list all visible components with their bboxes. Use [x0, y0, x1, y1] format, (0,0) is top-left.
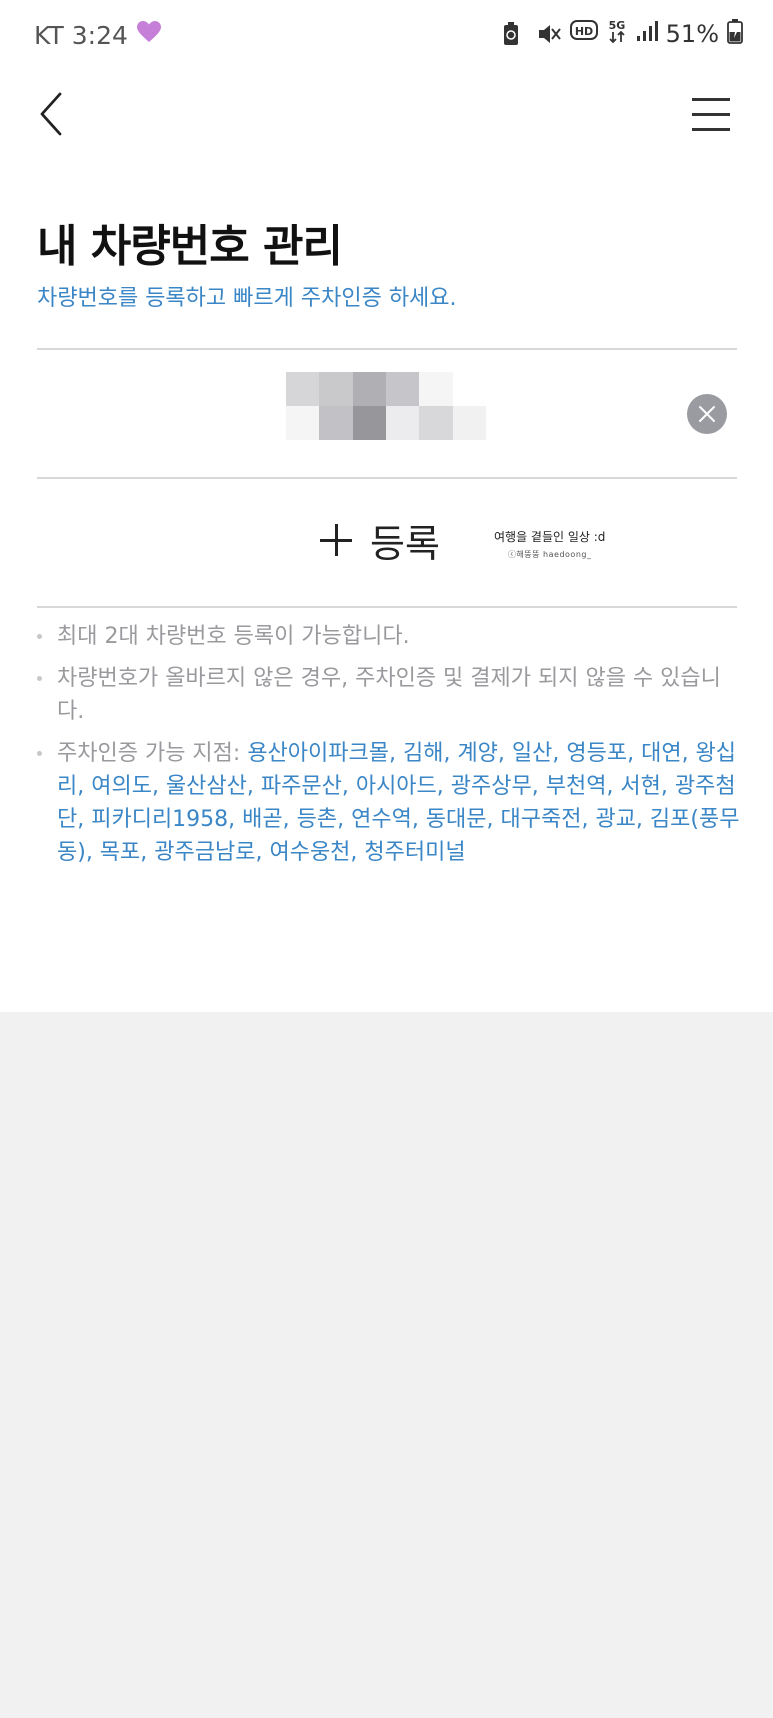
- page-title: 내 차량번호 관리: [37, 221, 343, 272]
- register-label: 등록: [370, 521, 440, 566]
- battery-level: 51%: [665, 20, 719, 48]
- note-invalid-plate: 차량번호가 올바르지 않은 경우, 주차인증 및 결제가 되지 않을 수 있습니…: [37, 662, 747, 728]
- notes-list: 최대 2대 차량번호 등록이 가능합니다. 차량번호가 올바르지 않은 경우, …: [37, 620, 747, 878]
- delete-plate-button[interactable]: [687, 394, 727, 434]
- signal-icon: [636, 19, 658, 49]
- menu-button[interactable]: [690, 95, 732, 135]
- watermark-line1: 여행을 곁들인 일상 :d: [494, 530, 606, 544]
- note-text: 차량번호가 올바르지 않은 경우, 주차인증 및 결제가 되지 않을 수 있습니…: [57, 666, 721, 724]
- plate-number-blurred: [286, 372, 486, 440]
- hamburger-icon: [692, 98, 730, 101]
- screen: KT 3:24 HD 5G 51% 내 차량번호 관리 차량번호를 등록하고 빠…: [0, 0, 773, 1718]
- mute-icon: [536, 21, 562, 47]
- svg-text:5G: 5G: [608, 19, 625, 32]
- svg-text:HD: HD: [574, 25, 592, 38]
- note-text: 주차인증 가능 지점:: [57, 741, 248, 766]
- status-left: KT 3:24: [34, 20, 162, 50]
- battery-charging-icon: [727, 18, 743, 50]
- back-button[interactable]: [34, 88, 74, 140]
- register-plate-button[interactable]: 등록: [320, 510, 440, 570]
- chevron-left-icon: [40, 92, 62, 136]
- divider: [37, 606, 737, 608]
- note-supported-branches: 주차인증 가능 지점: 용산아이파크몰, 김해, 계양, 일산, 영등포, 대연…: [37, 737, 747, 869]
- page-subtitle: 차량번호를 등록하고 빠르게 주차인증 하세요.: [37, 286, 457, 311]
- carrier-label: KT: [34, 20, 64, 50]
- divider: [37, 477, 737, 479]
- watermark-line2: ⓒ해뚱뚱 haedoong_: [507, 550, 592, 559]
- battery-saver-icon: [502, 21, 528, 47]
- clock: 3:24: [71, 20, 128, 50]
- note-text: 최대 2대 차량번호 등록이 가능합니다.: [57, 624, 410, 649]
- heart-icon: [136, 20, 162, 50]
- 5g-icon: 5G: [606, 18, 628, 50]
- watermark: 여행을 곁들인 일상 :d ⓒ해뚱뚱 haedoong_: [494, 528, 605, 560]
- plus-icon: [320, 524, 352, 556]
- note-max-vehicles: 최대 2대 차량번호 등록이 가능합니다.: [37, 620, 747, 653]
- divider: [37, 348, 737, 350]
- close-icon: [699, 406, 715, 422]
- hd-icon: HD: [569, 19, 598, 49]
- status-bar: KT 3:24 HD 5G 51%: [0, 0, 773, 72]
- status-right: HD 5G 51%: [502, 18, 743, 50]
